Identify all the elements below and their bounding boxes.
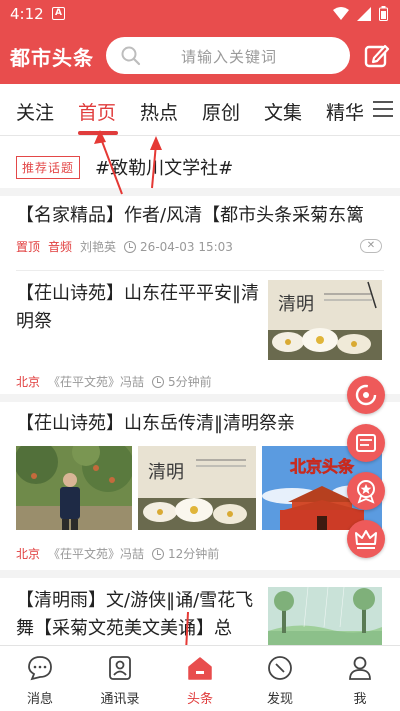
edit-icon[interactable] [364, 43, 390, 69]
status-icons [333, 6, 388, 21]
article-title[interactable]: 【清明雨】文/游侠‖诵/雪花飞舞【采菊文苑美文美诵】总0598期 [16, 587, 264, 645]
article-time: 12分钟前 [168, 547, 220, 561]
crown-icon [355, 530, 377, 549]
nav-label: 发现 [266, 692, 293, 707]
search-placeholder: 请输入关键词 [181, 48, 278, 66]
orchard-photo [16, 446, 132, 530]
rain-landscape-image [268, 587, 382, 645]
section-divider [0, 394, 400, 402]
list-item[interactable]: 【茌山诗苑】山东岳传清‖清明祭亲 清明 北京头条 北京 《茌平文苑》冯喆 12分… [0, 402, 400, 574]
thumbnail-title: 清明 [148, 462, 184, 483]
thumbnail-title: 清明 [278, 294, 314, 315]
category-tabs: 关注 首页 热点 原创 文集 精华 [0, 84, 400, 136]
pinned-tag: 置顶 [16, 240, 41, 254]
image-caption: 北京头条 [290, 457, 355, 476]
clock-icon [152, 375, 165, 388]
app-title: 都市头条 [10, 46, 94, 70]
clock-icon [152, 547, 165, 560]
tab-original[interactable]: 原创 [202, 98, 240, 125]
list-item[interactable]: 【茌山诗苑】山东茌平平安‖清明祭 清明 北京 《茌平文苑》冯喆 5分钟前 [0, 271, 400, 389]
qingming-image: 清明 [138, 446, 256, 530]
section-divider [0, 188, 400, 196]
nav-label: 我 [353, 692, 367, 707]
medal-icon [357, 480, 375, 504]
dismiss-icon[interactable]: ✕ [360, 239, 382, 253]
tab-follow[interactable]: 关注 [16, 98, 54, 125]
article-title[interactable]: 【茌山诗苑】山东岳传清‖清明祭亲 [16, 410, 388, 438]
tab-featured[interactable]: 精华 [326, 98, 364, 125]
article-time: 5分钟前 [168, 375, 212, 389]
article-time: 26-04-03 15:03 [140, 239, 233, 254]
article-meta: 北京 《茌平文苑》冯喆 12分钟前 [16, 545, 219, 562]
tab-hot[interactable]: 热点 [140, 98, 178, 125]
section-divider [0, 570, 400, 578]
article-thumbnail[interactable] [268, 587, 382, 645]
article-author: 刘艳英 [80, 240, 117, 254]
home-icon [188, 657, 212, 680]
fab-badge[interactable] [347, 472, 385, 510]
nav-discover[interactable]: 发现 [240, 646, 320, 711]
audio-tag: 音频 [48, 240, 73, 254]
nav-headlines[interactable]: 头条 [160, 646, 240, 711]
fab-refresh[interactable] [347, 376, 385, 414]
notification-a-icon: A [52, 7, 65, 20]
contacts-icon [109, 656, 131, 680]
article-source: 《茌平文苑》冯喆 [48, 547, 145, 561]
nav-messages[interactable]: 消息 [0, 646, 80, 711]
article-title[interactable]: 【茌山诗苑】山东茌平平安‖清明祭 [16, 280, 264, 336]
fab-crown[interactable] [347, 520, 385, 558]
tab-collection[interactable]: 文集 [264, 98, 302, 125]
menu-icon[interactable] [373, 101, 393, 119]
battery-icon [379, 6, 388, 21]
status-time: 4:12 [10, 5, 44, 23]
topic-row[interactable]: 推荐话题 #致勒川文学社# [0, 152, 400, 184]
qingming-image: 清明 [268, 280, 382, 360]
article-thumbnail[interactable]: 清明 [268, 280, 382, 360]
article-thumbnail[interactable]: 清明 [138, 446, 256, 530]
chat-icon [28, 656, 52, 681]
search-icon [121, 46, 141, 66]
article-title[interactable]: 【名家精品】作者/风清【都市头条采菊东篱 [16, 202, 388, 230]
top-header: 都市头条 请输入关键词 [0, 28, 400, 84]
annotation-arrow [150, 136, 162, 189]
bottom-nav: 消息 通讯录 头条 发现 我 [0, 645, 400, 710]
fab-news[interactable] [347, 424, 385, 462]
compass-icon [268, 656, 292, 680]
article-location: 北京 [16, 375, 41, 389]
article-source: 《茌平文苑》冯喆 [48, 375, 145, 389]
news-icon [356, 434, 376, 452]
status-bar: 4:12 A [0, 0, 400, 28]
nav-label: 通讯录 [100, 692, 140, 707]
refresh-icon [355, 384, 377, 406]
search-input[interactable]: 请输入关键词 [106, 37, 350, 74]
nav-me[interactable]: 我 [320, 646, 400, 711]
nav-label: 头条 [186, 692, 213, 707]
article-location: 北京 [16, 547, 41, 561]
clock-icon [124, 240, 137, 253]
list-item[interactable]: 【名家精品】作者/风清【都市头条采菊东篱 置顶 音频 刘艳英 26-04-03 … [0, 196, 400, 268]
nav-label: 消息 [26, 692, 53, 707]
nav-contacts[interactable]: 通讯录 [80, 646, 160, 711]
article-meta: 置顶 音频 刘艳英 26-04-03 15:03 [16, 238, 233, 255]
user-icon [349, 656, 371, 680]
signal-icon [357, 6, 371, 21]
article-meta: 北京 《茌平文苑》冯喆 5分钟前 [16, 373, 212, 390]
article-thumbnail[interactable] [16, 446, 132, 530]
wifi-icon [333, 6, 349, 20]
annotation-arrow [94, 130, 123, 195]
